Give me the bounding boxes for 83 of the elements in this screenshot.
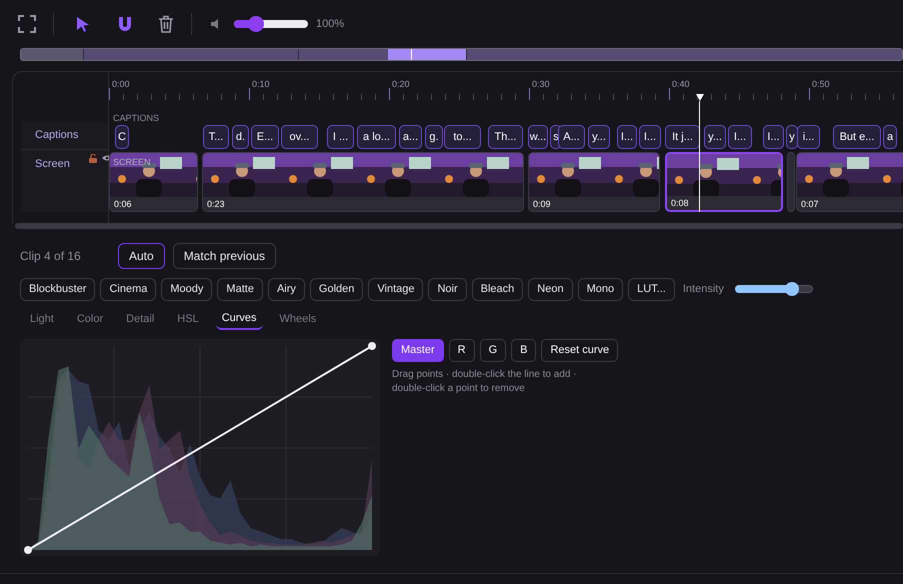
clip-duration: 0:23 (206, 198, 226, 211)
channel-button[interactable]: R (448, 339, 475, 362)
preset-button[interactable]: Mono (578, 278, 624, 300)
clip-duration: 0:07 (800, 198, 820, 211)
pointer-icon[interactable] (76, 16, 90, 32)
channel-button[interactable]: B (511, 339, 536, 362)
preset-button[interactable]: Moody (161, 278, 212, 300)
caption-chip[interactable]: a lo... (357, 125, 396, 149)
channel-button[interactable]: G (480, 339, 506, 362)
magnet-icon[interactable] (118, 16, 132, 32)
caption-chip[interactable]: a... (399, 125, 422, 149)
preset-button[interactable]: LUT... (628, 278, 675, 300)
caption-chip[interactable]: a (883, 125, 897, 149)
tab[interactable]: Wheels (274, 308, 322, 330)
track-label: Captions (35, 128, 78, 144)
preset-button[interactable]: Golden (310, 278, 364, 300)
preset-button[interactable]: Airy (268, 278, 305, 300)
caption-chip[interactable]: I... (617, 125, 637, 149)
video-clip[interactable]: 0:09 (528, 152, 660, 212)
caption-chip[interactable]: i... (797, 125, 820, 149)
caption-chip[interactable]: y... (588, 125, 610, 149)
caption-chip[interactable]: But e... (833, 125, 881, 149)
preset-button[interactable]: Neon (528, 278, 573, 300)
preset-button[interactable]: Noir (428, 278, 467, 300)
caption-chip[interactable]: g. (425, 125, 443, 149)
curve-hint: Drag points · double-click the line to add · double-click a point to remove (392, 368, 578, 396)
tab[interactable]: Light (24, 308, 60, 330)
preset-button[interactable]: Vintage (368, 278, 424, 300)
caption-chip[interactable]: I... (728, 125, 752, 149)
caption-chip[interactable]: Th... (488, 125, 523, 149)
preset-button[interactable]: Cinema (100, 278, 156, 300)
caption-chip[interactable]: y... (704, 125, 726, 149)
video-clip[interactable] (787, 152, 795, 212)
ruler-label: 0:50 (812, 78, 830, 91)
caption-chip[interactable]: I... (763, 125, 784, 149)
caption-chip[interactable]: C (115, 125, 129, 149)
clip-duration: 0:09 (532, 198, 552, 211)
video-clip[interactable]: 0:07 (796, 152, 903, 212)
caption-chip[interactable]: It j... (665, 125, 700, 149)
ruler-label: 0:30 (532, 78, 550, 91)
channel-button[interactable]: Master (392, 339, 444, 362)
caption-chip[interactable]: T... (203, 125, 229, 149)
intensity-slider[interactable] (734, 281, 813, 297)
caption-chip[interactable]: I ... (327, 125, 354, 149)
volume-slider[interactable] (234, 15, 308, 33)
unlocked-icon[interactable] (89, 154, 97, 163)
preset-button[interactable]: Matte (217, 278, 263, 300)
overview-bar[interactable] (20, 48, 903, 61)
caption-chip[interactable]: I... (639, 125, 661, 149)
fullscreen-icon[interactable] (18, 15, 36, 33)
video-clip[interactable]: 0:23 (202, 152, 524, 212)
volume-reading: 100% (316, 16, 344, 32)
reset-curve-button[interactable]: Reset curve (541, 339, 618, 362)
ruler-label: 0:00 (112, 78, 130, 91)
ruler-label: 0:10 (252, 78, 270, 91)
mode-button[interactable]: Auto (118, 243, 165, 269)
clip-label: Clip 4 of 16 (20, 248, 82, 265)
caption-chip[interactable]: E... (251, 125, 279, 149)
track-tag: SCREEN (113, 156, 151, 170)
caption-chip[interactable]: ov... (281, 125, 318, 149)
caption-chip[interactable]: d. (232, 125, 249, 149)
ruler-label: 0:40 (672, 78, 690, 91)
playhead[interactable] (695, 94, 704, 212)
track-tag: CAPTIONS (113, 114, 160, 123)
preset-button[interactable]: Blockbuster (20, 278, 96, 300)
track-label: Screen (35, 157, 70, 172)
horizontal-scrollbar[interactable] (15, 223, 903, 229)
tab[interactable]: Color (70, 308, 110, 330)
video-clip[interactable]: 0:08 (665, 152, 783, 212)
caption-chip[interactable]: w... (528, 125, 548, 149)
tab[interactable]: Detail (120, 308, 160, 330)
tab[interactable]: HSL (171, 308, 205, 330)
caption-chip[interactable]: y (786, 125, 798, 149)
caption-chip[interactable]: A... (558, 125, 585, 149)
mode-button[interactable]: Match previous (172, 243, 276, 269)
preset-button[interactable]: Bleach (472, 278, 524, 300)
ruler-label: 0:20 (392, 78, 410, 91)
tab[interactable]: Curves (216, 308, 263, 330)
clip-duration: 0:08 (670, 197, 690, 210)
clip-duration: 0:06 (113, 198, 133, 211)
intensity-label: Intensity (682, 282, 724, 297)
caption-chip[interactable]: to... (444, 125, 481, 149)
trash-icon[interactable] (158, 15, 174, 33)
